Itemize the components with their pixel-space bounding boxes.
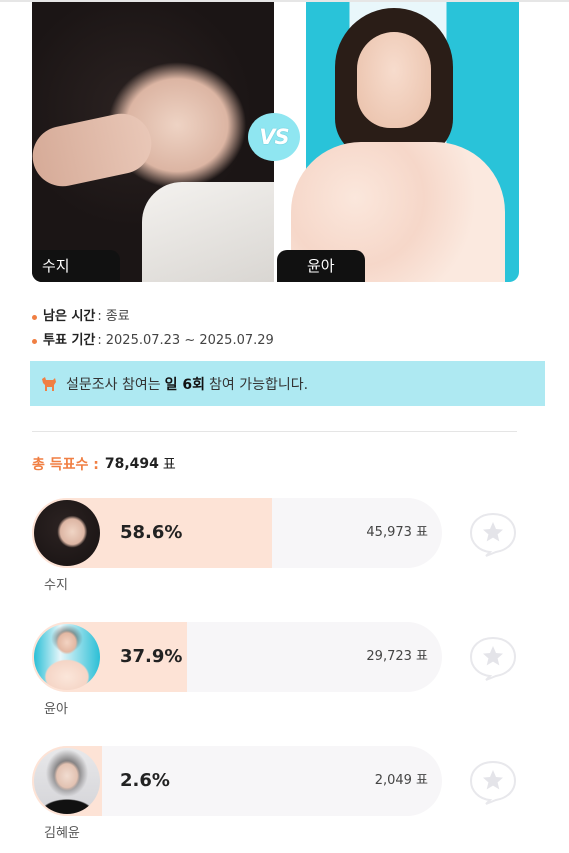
result-percent: 58.6% (120, 522, 183, 543)
poll-info: 남은 시간 : 종료 투표 기간 : 2025.07.23 ~ 2025.07.… (32, 305, 274, 353)
notice-prefix: 설문조사 참여는 (66, 376, 161, 393)
result-votes: 45,973 표 (366, 525, 428, 540)
candidate-photo-right: 윤아 (277, 2, 519, 282)
vote-period-row: 투표 기간 : 2025.07.23 ~ 2025.07.29 (32, 329, 274, 353)
result-votes: 2,049 표 (374, 773, 428, 788)
photo-name-left: 수지 (42, 257, 70, 275)
vote-period-label: 투표 기간 (43, 333, 96, 348)
dog-icon (40, 376, 58, 392)
star-speech-bubble-icon (469, 512, 517, 557)
bullet-icon (32, 338, 37, 344)
photo-detail-hand (32, 108, 157, 192)
candidate-name: 수지 (44, 578, 68, 593)
photo-detail-face (357, 32, 431, 128)
avatar (34, 748, 100, 814)
star-speech-bubble-icon (469, 636, 517, 681)
photo-name-tag-right: 윤아 (277, 250, 365, 282)
vote-period-value: 2025.07.23 ~ 2025.07.29 (105, 333, 274, 348)
participation-notice: 설문조사 참여는 일 6회 참여 가능합니다. (30, 361, 545, 406)
result-percent: 37.9% (120, 646, 183, 667)
avatar (34, 500, 100, 566)
photo-name-right: 윤아 (307, 257, 335, 275)
total-votes-value: 78,494 (104, 456, 159, 472)
vote-star-button[interactable] (468, 635, 518, 681)
avatar (34, 624, 100, 690)
colon: : (97, 309, 102, 324)
candidate-photo-left: 수지 (32, 2, 274, 282)
colon: : (97, 333, 102, 348)
divider (32, 431, 517, 432)
star-speech-bubble-icon (469, 760, 517, 805)
result-votes: 29,723 표 (366, 649, 428, 664)
remaining-time-value: 종료 (105, 309, 130, 324)
result-percent: 2.6% (120, 770, 170, 791)
vs-badge: VS (248, 113, 300, 161)
candidate-name: 윤아 (44, 702, 68, 717)
vote-star-button[interactable] (468, 511, 518, 557)
total-votes-label: 총 득표수 : (32, 457, 99, 473)
remaining-time-label: 남은 시간 (43, 309, 96, 324)
vote-star-button[interactable] (468, 759, 518, 805)
photo-name-tag-left: 수지 (32, 250, 120, 282)
total-votes-unit: 표 (162, 457, 176, 473)
notice-highlight: 일 6회 (164, 376, 206, 393)
remaining-time-row: 남은 시간 : 종료 (32, 305, 274, 329)
candidate-name: 김혜윤 (44, 826, 80, 841)
total-votes: 총 득표수 : 78,494 표 (32, 454, 176, 474)
notice-suffix: 참여 가능합니다. (209, 376, 309, 393)
bullet-icon (32, 314, 37, 320)
photo-detail-shirt (142, 182, 274, 282)
